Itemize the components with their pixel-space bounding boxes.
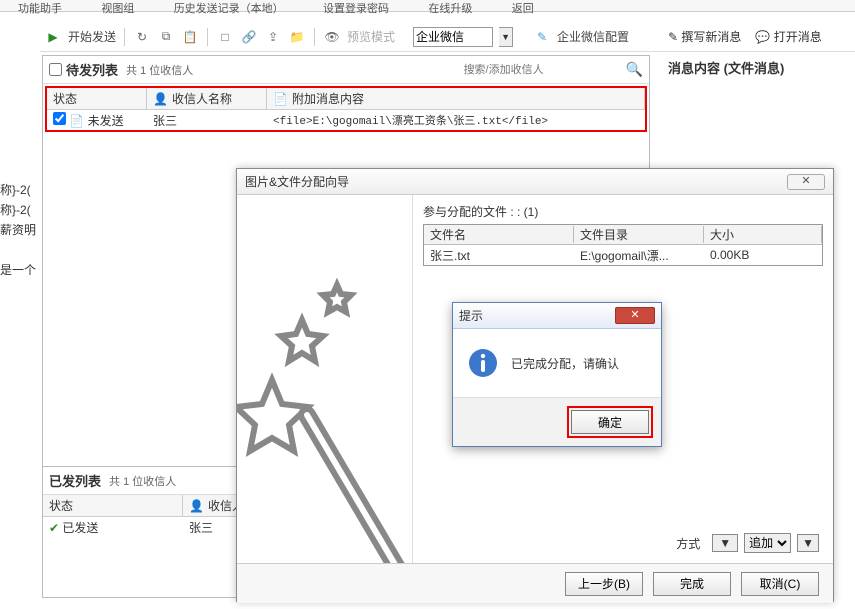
col-filename[interactable]: 文件名 bbox=[424, 226, 574, 243]
play-icon[interactable]: ▶ bbox=[44, 28, 62, 46]
col-filesize[interactable]: 大小 bbox=[704, 226, 822, 243]
highlight-box: 状态 👤收信人名称 📄附加消息内容 📄 未发送 张三 <file>E:\gogo… bbox=[45, 86, 647, 132]
ribbon-item[interactable]: 在线升级 bbox=[428, 0, 472, 16]
link-icon[interactable]: 🔗 bbox=[240, 28, 258, 46]
dialog-title-text: 提示 bbox=[459, 307, 483, 324]
cancel-button[interactable]: 取消(C) bbox=[741, 572, 819, 596]
ok-highlight-box: 确定 bbox=[567, 406, 653, 438]
dialog-message: 已完成分配，请确认 bbox=[511, 355, 619, 372]
search-recipient-input[interactable] bbox=[462, 62, 622, 78]
compose-button[interactable]: ✎ 撰写新消息 bbox=[668, 28, 741, 45]
finish-button[interactable]: 完成 bbox=[653, 572, 731, 596]
pending-count: 共 1 位收信人 bbox=[126, 62, 193, 78]
confirm-dialog: 提示 ✕ 已完成分配，请确认 确定 bbox=[452, 302, 662, 447]
check-icon: ✔ bbox=[49, 521, 59, 535]
prev-button[interactable]: 上一步(B) bbox=[565, 572, 643, 596]
chevron-down-icon[interactable]: ▼ bbox=[797, 534, 819, 552]
preview-label[interactable]: 预览模式 bbox=[347, 28, 395, 45]
platform-select[interactable] bbox=[413, 27, 493, 47]
new-icon[interactable]: □ bbox=[216, 28, 234, 46]
select-all-checkbox[interactable] bbox=[49, 63, 62, 76]
wizard-titlebar[interactable]: 图片&文件分配向导 ✕ bbox=[237, 169, 833, 195]
refresh-icon[interactable]: ↻ bbox=[133, 28, 151, 46]
doc-icon: 📄 bbox=[273, 92, 288, 106]
wizard-title-text: 图片&文件分配向导 bbox=[245, 173, 349, 190]
left-cutoff-text: 称}-2( 称}-2( 薪资明 是一个 bbox=[0, 180, 42, 280]
up-icon[interactable]: ⇪ bbox=[264, 28, 282, 46]
close-icon[interactable]: ✕ bbox=[787, 174, 825, 190]
top-ribbon: 功能助手 视图组 历史发送记录（本地） 设置登录密码 在线升级 返回 bbox=[0, 0, 855, 12]
sent-count: 共 1 位收信人 bbox=[109, 473, 176, 489]
col-filedir[interactable]: 文件目录 bbox=[574, 226, 704, 243]
wechat-config-button[interactable]: 企业微信配置 bbox=[557, 28, 629, 45]
files-label: 参与分配的文件 : : (1) bbox=[423, 203, 823, 220]
method-label: 方式 bbox=[676, 535, 700, 552]
folder-icon[interactable]: 📁 bbox=[288, 28, 306, 46]
col-status[interactable]: 状态 bbox=[43, 495, 183, 516]
user-icon: 👤 bbox=[153, 92, 168, 106]
search-icon[interactable]: 🔍 bbox=[626, 61, 643, 78]
pending-column-header: 状态 👤收信人名称 📄附加消息内容 bbox=[47, 88, 645, 110]
col-status[interactable]: 状态 bbox=[47, 88, 147, 109]
bubble-icon: 💬 bbox=[755, 30, 770, 44]
method-arrow-button[interactable]: ▼ bbox=[712, 534, 738, 552]
method-select[interactable]: 追加 bbox=[744, 533, 791, 553]
wechat-config-icon: ✎ bbox=[533, 28, 551, 46]
pending-row[interactable]: 📄 未发送 张三 <file>E:\gogomail\漂亮工资条\张三.txt<… bbox=[47, 110, 645, 130]
file-row[interactable]: 张三.txt E:\gogomail\漂... 0.00KB bbox=[424, 245, 822, 265]
ribbon-item[interactable]: 设置登录密码 bbox=[323, 0, 389, 16]
right-panel: ✎ 撰写新消息 💬 打开消息 消息内容 (文件消息) bbox=[660, 22, 855, 72]
dialog-titlebar[interactable]: 提示 ✕ bbox=[453, 303, 661, 329]
sent-title: 已发列表 bbox=[49, 471, 101, 490]
ribbon-item[interactable]: 功能助手 bbox=[18, 0, 62, 16]
user-icon: 👤 bbox=[189, 499, 204, 513]
wizard-sidebar-graphic bbox=[237, 195, 413, 563]
ribbon-item[interactable]: 历史发送记录（本地） bbox=[174, 0, 284, 16]
ribbon-item[interactable]: 返回 bbox=[512, 0, 534, 16]
col-name[interactable]: 👤收信人名称 bbox=[147, 88, 267, 109]
chevron-down-icon[interactable]: ▼ bbox=[499, 27, 513, 47]
wand-stars-icon bbox=[237, 225, 413, 563]
col-attach[interactable]: 📄附加消息内容 bbox=[267, 88, 645, 109]
compose-icon: ✎ bbox=[668, 30, 678, 44]
message-content-title: 消息内容 (文件消息) bbox=[660, 52, 855, 83]
eye-icon: 👁 bbox=[323, 28, 341, 46]
close-icon[interactable]: ✕ bbox=[615, 307, 655, 324]
row-checkbox[interactable] bbox=[53, 112, 66, 125]
ribbon-item[interactable]: 视图组 bbox=[101, 0, 134, 16]
open-message-button[interactable]: 💬 打开消息 bbox=[755, 28, 821, 45]
file-list: 文件名 文件目录 大小 张三.txt E:\gogomail\漂... 0.00… bbox=[423, 224, 823, 266]
ok-button[interactable]: 确定 bbox=[571, 410, 649, 434]
copy-icon[interactable]: ⧉ bbox=[157, 28, 175, 46]
info-icon bbox=[467, 347, 499, 379]
pending-title: 待发列表 bbox=[66, 60, 118, 79]
paste-icon[interactable]: 📋 bbox=[181, 28, 199, 46]
file-icon: 📄 bbox=[69, 114, 84, 128]
start-send-button[interactable]: 开始发送 bbox=[68, 28, 116, 45]
